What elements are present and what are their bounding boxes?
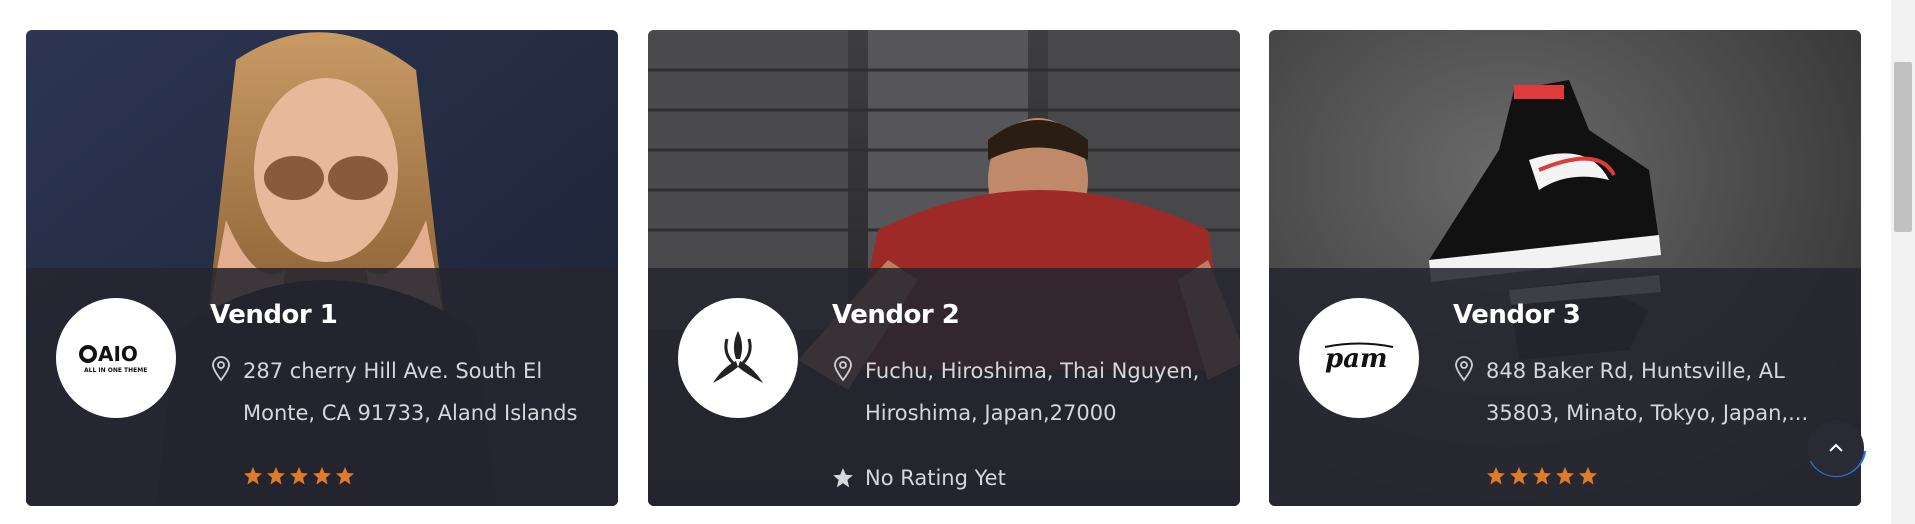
pam-logo-icon: pam: [1324, 342, 1394, 374]
star-icon: [1487, 467, 1505, 485]
vendor-3-name[interactable]: Vendor 3: [1453, 300, 1581, 330]
tri-blade-logo-icon: [713, 331, 763, 383]
star-icon: [1579, 467, 1597, 485]
vendor-3-address: 848 Baker Rd, Huntsville, AL 35803, Mina…: [1486, 359, 1809, 425]
map-pin-icon: [212, 356, 230, 382]
vendor-1-rating: [243, 466, 355, 486]
vendor-2-name[interactable]: Vendor 2: [832, 300, 960, 330]
vendor-3-logo[interactable]: pam: [1299, 298, 1419, 418]
svg-text:ALL IN ONE THEME: ALL IN ONE THEME: [84, 367, 147, 374]
vendor-1-address: 287 cherry Hill Ave. South El Monte, CA …: [243, 359, 578, 425]
page-scrollbar[interactable]: [1891, 0, 1915, 524]
map-pin-icon: [834, 356, 852, 382]
vendor-card-1[interactable]: AIO ALL IN ONE THEME Vendor 1 287 cherry…: [26, 30, 618, 506]
vendor-card-3[interactable]: pam Vendor 3 848 Baker Rd, Huntsville, A…: [1269, 30, 1861, 506]
star-icon: [1556, 467, 1574, 485]
chevron-up-icon: [1829, 443, 1843, 452]
vendor-card-2[interactable]: Vendor 2 Fuchu, Hiroshima, Thai Nguyen, …: [648, 30, 1240, 506]
map-pin-icon: [1455, 356, 1473, 382]
star-icon: [267, 467, 285, 485]
vendor-2-address: Fuchu, Hiroshima, Thai Nguyen, Hiroshima…: [865, 359, 1200, 425]
star-icon: [833, 468, 853, 488]
vendor-2-rating: No Rating Yet: [832, 466, 1006, 490]
back-to-top-button[interactable]: [1808, 420, 1864, 476]
vendor-1-logo[interactable]: AIO ALL IN ONE THEME: [56, 298, 176, 418]
scrollbar-thumb[interactable]: [1894, 62, 1912, 232]
vendor-1-name[interactable]: Vendor 1: [210, 300, 338, 330]
star-icon: [1510, 467, 1528, 485]
star-icon: [244, 467, 262, 485]
vendor-3-rating: [1486, 466, 1598, 486]
star-icon: [290, 467, 308, 485]
star-icon: [336, 467, 354, 485]
svg-text:AIO: AIO: [98, 342, 138, 366]
star-icon: [1533, 467, 1551, 485]
star-icon: [313, 467, 331, 485]
svg-text:pam: pam: [1325, 344, 1388, 374]
vendor-2-logo[interactable]: [678, 298, 798, 418]
aio-logo-icon: AIO ALL IN ONE THEME: [79, 342, 147, 374]
no-rating-label: No Rating Yet: [865, 466, 1006, 490]
